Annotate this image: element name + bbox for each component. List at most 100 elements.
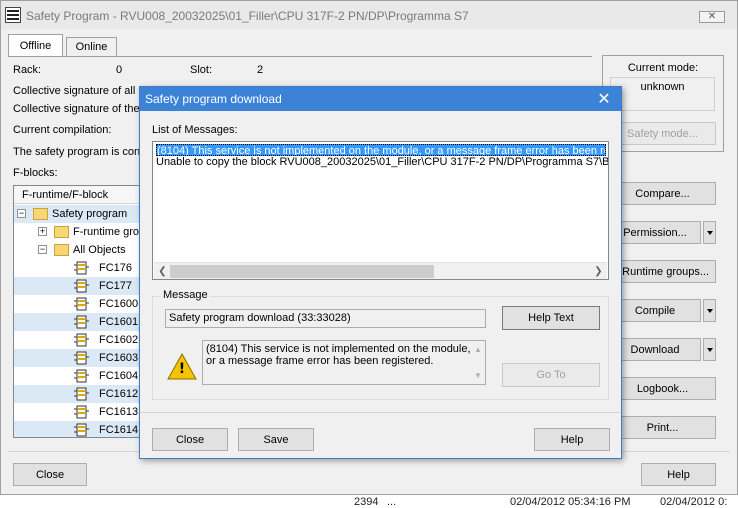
- logbook-button-label: Logbook...: [636, 382, 689, 395]
- help-text-button-label: Help Text: [528, 312, 574, 324]
- message-field: Safety program download (33:33028): [165, 309, 486, 328]
- background-ellipsis: ...: [387, 496, 397, 508]
- app-icon: [5, 7, 21, 23]
- main-titlebar: Safety Program - RVU008_20032025\01_Fill…: [1, 1, 737, 29]
- scroll-left-icon[interactable]: ❮: [155, 264, 170, 279]
- go-to-button[interactable]: Go To: [502, 363, 600, 387]
- collapse-icon[interactable]: −: [17, 209, 26, 218]
- fblock-row[interactable]: FC177: [14, 277, 142, 295]
- folder-icon: [54, 226, 69, 238]
- current-compilation-label: Current compilation:: [13, 124, 112, 136]
- fblocks-label: F-blocks:: [13, 167, 58, 179]
- compare-button[interactable]: Compare...: [609, 182, 716, 205]
- fblock-row[interactable]: FC176: [14, 259, 142, 277]
- fblock-row[interactable]: FC1613: [14, 403, 142, 421]
- dialog-titlebar: Safety program download ✕: [140, 87, 621, 111]
- collective-signature-safety: Collective signature of the s: [13, 103, 149, 115]
- close-icon: ✕: [707, 11, 717, 22]
- dialog-separator: [140, 412, 621, 413]
- main-help-button[interactable]: Help: [641, 463, 716, 486]
- collapse-icon[interactable]: −: [38, 245, 47, 254]
- tree-item-label: FC176: [99, 262, 133, 274]
- fblock-column-header[interactable]: F-runtime/F-block: [14, 186, 142, 204]
- compile-dropdown[interactable]: [703, 299, 716, 322]
- tree-item-label: All Objects: [73, 244, 126, 256]
- expand-icon[interactable]: +: [38, 227, 47, 236]
- fblock-row[interactable]: FC1603: [14, 349, 142, 367]
- detail-scrollbar[interactable]: ▲ ▼: [471, 342, 484, 382]
- tree-folder-row[interactable]: + F-runtime gro: [14, 223, 142, 241]
- chevron-up-icon[interactable]: ▲: [474, 344, 482, 356]
- background-number: 2394: [354, 496, 379, 508]
- runtime-groups-button[interactable]: F-Runtime groups...: [609, 260, 716, 283]
- fblock-row[interactable]: FC1604: [14, 367, 142, 385]
- horizontal-scrollbar[interactable]: ❮ ❯: [154, 262, 607, 279]
- tree-item-label: FC1600: [99, 298, 139, 310]
- fblock-icon: [74, 351, 89, 365]
- permission-button-label: Permission...: [623, 226, 687, 239]
- tree-item-label: Safety program: [52, 208, 128, 220]
- fblock-tree[interactable]: F-runtime/F-block − Safety program + F-runt…: [13, 185, 143, 438]
- dialog-save-button[interactable]: Save: [238, 428, 314, 451]
- chevron-down-icon: [706, 308, 713, 313]
- fblock-row[interactable]: FC1600: [14, 295, 142, 313]
- main-close-button-label: Close: [35, 468, 65, 481]
- messages-list[interactable]: (8104) This service is not implemented o…: [152, 141, 609, 280]
- fblock-row[interactable]: FC1612: [14, 385, 142, 403]
- fblock-icon: [74, 333, 89, 347]
- tree-folder-row[interactable]: − All Objects: [14, 241, 142, 259]
- compile-button-label: Compile: [634, 304, 676, 317]
- warning-exclamation: !: [178, 361, 186, 377]
- tree-item-label: FC1604: [99, 370, 139, 382]
- fblock-row[interactable]: FC1614: [14, 421, 142, 437]
- list-of-messages-label: List of Messages:: [152, 124, 238, 136]
- message-detail-line-1: (8104) This service is not implemented o…: [206, 343, 471, 355]
- dialog-title: Safety program download: [145, 92, 282, 106]
- dialog-close-text-button[interactable]: Close: [152, 428, 228, 451]
- tree-item-label: F-runtime gro: [73, 226, 140, 238]
- tree-item-label: FC1603: [99, 352, 139, 364]
- tab-offline[interactable]: Offline: [8, 34, 63, 56]
- close-window-button[interactable]: ✕: [699, 11, 725, 23]
- folder-icon: [33, 208, 48, 220]
- main-help-button-label: Help: [667, 468, 690, 481]
- tree-folder-row[interactable]: − Safety program: [14, 205, 142, 223]
- chevron-down-icon[interactable]: ▼: [474, 370, 482, 382]
- dialog-help-button[interactable]: Help: [534, 428, 610, 451]
- tree-item-label: FC177: [99, 280, 133, 292]
- close-icon: ✕: [597, 91, 611, 108]
- message-item[interactable]: Unable to copy the block RVU008_20032025…: [156, 156, 608, 168]
- permission-dropdown[interactable]: [703, 221, 716, 244]
- message-detail-box: (8104) This service is not implemented o…: [202, 340, 486, 385]
- safety-mode-button[interactable]: Safety mode...: [609, 122, 716, 145]
- main-close-button[interactable]: Close: [13, 463, 87, 486]
- download-dropdown[interactable]: [703, 338, 716, 361]
- fblock-icon: [74, 423, 89, 437]
- background-date-2: 02/04/2012 0:: [660, 496, 728, 508]
- tree-item-label: FC1602: [99, 334, 139, 346]
- current-mode-value: unknown: [610, 77, 715, 111]
- warning-icon: !: [167, 352, 197, 380]
- tree-item-label: FC1601: [99, 316, 139, 328]
- logbook-button[interactable]: Logbook...: [609, 377, 716, 400]
- compile-button[interactable]: Compile: [609, 299, 701, 322]
- permission-button[interactable]: Permission...: [609, 221, 701, 244]
- background-date-1: 02/04/2012 05:34:16 PM: [510, 496, 631, 508]
- tab-online[interactable]: Online: [66, 37, 117, 56]
- current-mode-label: Current mode:: [627, 62, 699, 74]
- scroll-right-icon[interactable]: ❯: [591, 264, 606, 279]
- dialog-close-button[interactable]: ✕: [591, 88, 617, 110]
- dialog-help-button-label: Help: [560, 433, 584, 446]
- slot-label: Slot:: [190, 64, 213, 76]
- fblock-row[interactable]: FC1601: [14, 313, 142, 331]
- download-button[interactable]: Download: [609, 338, 701, 361]
- scrollbar-thumb[interactable]: [170, 265, 434, 278]
- safety-program-download-dialog: Safety program download ✕ List of Messag…: [139, 86, 622, 459]
- fblock-icon: [74, 369, 89, 383]
- rack-label: Rack:: [13, 64, 42, 76]
- fblock-row[interactable]: FC1602: [14, 331, 142, 349]
- print-button[interactable]: Print...: [609, 416, 716, 439]
- fblock-icon: [74, 405, 89, 419]
- message-item-selected[interactable]: (8104) This service is not implemented o…: [156, 144, 606, 156]
- help-text-button[interactable]: Help Text: [502, 306, 600, 330]
